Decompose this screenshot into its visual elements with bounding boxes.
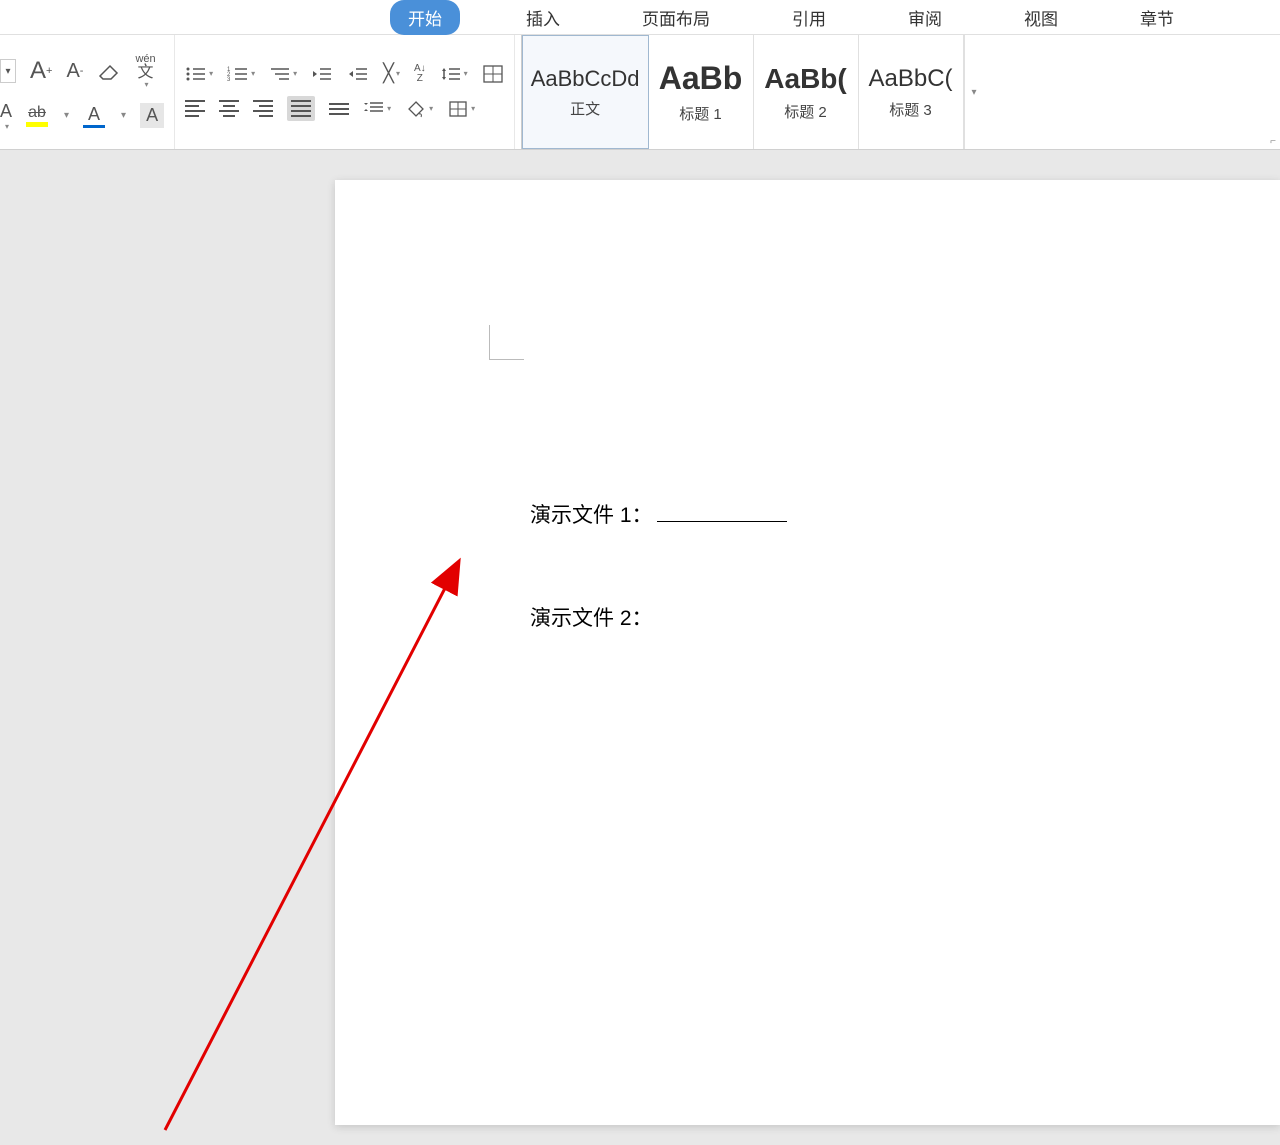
chevron-down-icon: ▾ bbox=[464, 69, 468, 78]
chevron-down-icon: ▾ bbox=[5, 122, 9, 131]
align-center-button[interactable] bbox=[219, 100, 239, 117]
tab-start[interactable]: 开始 bbox=[390, 0, 460, 35]
strikethrough-button[interactable]: ab bbox=[26, 104, 48, 127]
chevron-down-icon[interactable]: ▾ bbox=[64, 110, 69, 121]
highlight-button[interactable]: A ▾ bbox=[0, 101, 12, 131]
tab-chapter[interactable]: 章节 bbox=[1124, 0, 1190, 35]
style-label: 标题 2 bbox=[784, 101, 827, 122]
align-distribute-button[interactable] bbox=[329, 103, 349, 115]
margin-marker-icon bbox=[489, 325, 524, 360]
style-label: 标题 3 bbox=[889, 99, 932, 120]
tab-view[interactable]: 视图 bbox=[1008, 0, 1074, 35]
doc-text-1: 演示文件 1： bbox=[530, 504, 653, 527]
style-preview: AaBbCcDd bbox=[531, 66, 640, 92]
font-color-sample bbox=[83, 125, 105, 128]
font-decrease-label: A bbox=[66, 60, 79, 83]
highlight-color-sample bbox=[26, 122, 48, 127]
chevron-down-icon: ▾ bbox=[293, 69, 297, 78]
chevron-down-icon[interactable]: ▾ bbox=[121, 110, 126, 121]
multilevel-list-button[interactable]: ▾ bbox=[269, 65, 297, 83]
tab-bar: 开始 插入 页面布局 引用 审阅 视图 章节 bbox=[0, 0, 1280, 35]
chevron-down-icon: ▾ bbox=[251, 69, 255, 78]
align-justify-button[interactable] bbox=[287, 96, 315, 121]
font-group: ▾ A+ A- wén 文 ▾ A ▾ ab bbox=[0, 35, 175, 149]
style-preview: AaBbC( bbox=[869, 65, 953, 93]
phonetic-pinyin: wén bbox=[135, 54, 155, 65]
style-label: 标题 1 bbox=[679, 103, 722, 124]
styles-gallery: AaBbCcDd 正文 AaBb 标题 1 AaBb( 标题 2 AaBbC( … bbox=[521, 35, 984, 149]
chevron-down-icon: ▾ bbox=[396, 69, 400, 78]
ribbon: ▾ A+ A- wén 文 ▾ A ▾ ab bbox=[0, 35, 1280, 150]
bullet-list-button[interactable]: ▾ bbox=[185, 65, 213, 83]
increase-indent-button[interactable] bbox=[347, 65, 369, 83]
align-left-button[interactable] bbox=[185, 100, 205, 117]
phonetic-char: 文 bbox=[138, 65, 154, 81]
align-right-button[interactable] bbox=[253, 100, 273, 117]
font-decrease-button[interactable]: A- bbox=[66, 60, 83, 83]
svg-text:3: 3 bbox=[227, 77, 231, 83]
style-heading-2[interactable]: AaBb( 标题 2 bbox=[754, 35, 859, 149]
style-label: 正文 bbox=[570, 98, 600, 119]
font-color-button[interactable]: A bbox=[83, 104, 105, 128]
line-spacing-button[interactable]: ▾ bbox=[440, 65, 468, 83]
style-body-text[interactable]: AaBbCcDd 正文 bbox=[522, 35, 649, 149]
char-shading-button[interactable]: A bbox=[140, 103, 164, 128]
chevron-down-icon: ▾ bbox=[209, 69, 213, 78]
style-heading-1[interactable]: AaBb 标题 1 bbox=[649, 35, 754, 149]
tab-review[interactable]: 审阅 bbox=[892, 0, 958, 35]
chevron-down-icon: ▾ bbox=[972, 87, 977, 98]
text-direction-label: ╳ bbox=[383, 63, 394, 84]
document-area: 演示文件 1： 演示文件 2： bbox=[0, 150, 1280, 1133]
sort-label2: Z bbox=[417, 74, 423, 84]
highlight-letter: A bbox=[0, 101, 12, 122]
numbered-list-button[interactable]: 123 ▾ bbox=[227, 65, 255, 83]
chevron-down-icon: ▾ bbox=[429, 104, 433, 113]
chevron-down-icon: ▾ bbox=[145, 81, 149, 89]
decrease-indent-button[interactable] bbox=[311, 65, 333, 83]
sort-button[interactable]: A↓ Z bbox=[414, 64, 426, 84]
chevron-down-icon: ▾ bbox=[387, 104, 391, 113]
style-preview: AaBb bbox=[659, 60, 743, 97]
style-preview: AaBb( bbox=[764, 63, 846, 95]
chevron-down-icon: ▾ bbox=[471, 104, 475, 113]
style-heading-3[interactable]: AaBbC( 标题 3 bbox=[859, 35, 964, 149]
styles-expand-button[interactable]: ▾ bbox=[964, 35, 984, 149]
paragraph-group: ▾ 123 ▾ ▾ ╳ ▾ A↓ Z bbox=[175, 35, 515, 149]
text-direction-button[interactable]: ╳ ▾ bbox=[383, 63, 400, 84]
dropdown-font-prev[interactable]: ▾ bbox=[0, 59, 16, 83]
tab-insert[interactable]: 插入 bbox=[510, 0, 576, 35]
blank-underline bbox=[657, 521, 787, 522]
tab-reference[interactable]: 引用 bbox=[776, 0, 842, 35]
phonetic-guide-button[interactable]: wén 文 ▾ bbox=[135, 54, 155, 89]
paragraph-dialog-launcher[interactable]: ⌐ bbox=[1270, 136, 1276, 147]
document-line-2[interactable]: 演示文件 2： bbox=[530, 602, 653, 632]
font-increase-button[interactable]: A+ bbox=[30, 57, 52, 85]
eraser-icon[interactable] bbox=[97, 61, 121, 81]
sort-label: A↓ bbox=[414, 64, 426, 74]
tab-layout[interactable]: 页面布局 bbox=[626, 0, 726, 35]
table-insert-button[interactable] bbox=[482, 64, 504, 84]
strikethrough-label: ab bbox=[28, 104, 46, 122]
font-color-letter: A bbox=[88, 104, 100, 125]
border-button[interactable]: ▾ bbox=[447, 99, 475, 119]
document-line-1[interactable]: 演示文件 1： bbox=[530, 499, 787, 529]
shading-button[interactable]: ▾ bbox=[405, 99, 433, 119]
paragraph-spacing-button[interactable]: ▾ bbox=[363, 99, 391, 119]
page[interactable]: 演示文件 1： 演示文件 2： bbox=[335, 180, 1280, 1125]
doc-text-2: 演示文件 2： bbox=[530, 607, 653, 630]
font-increase-label: A bbox=[30, 57, 46, 85]
